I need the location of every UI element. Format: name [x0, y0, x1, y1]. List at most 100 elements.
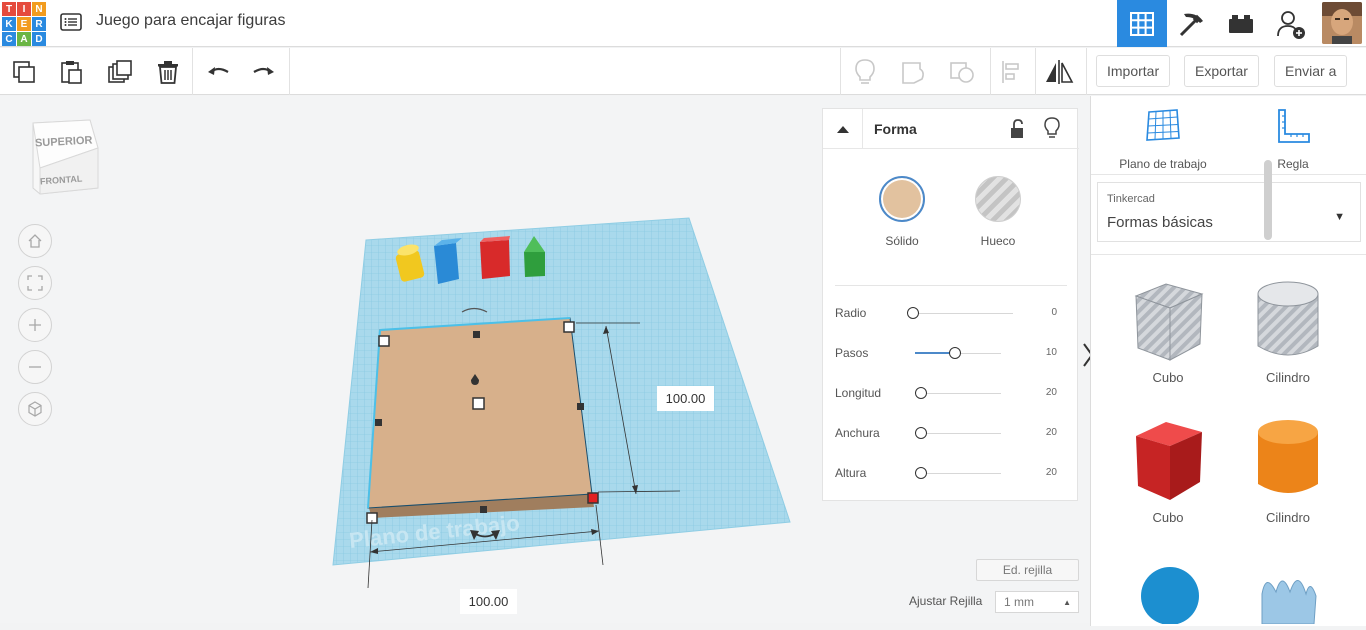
duplicate-icon [108, 60, 132, 83]
bricks-view-button[interactable] [1216, 0, 1266, 47]
group-icon [902, 62, 924, 84]
param-radius: Radio 0 [835, 303, 1067, 323]
edit-grid-button[interactable]: Ed. rejilla [976, 559, 1079, 581]
slider-track[interactable] [915, 393, 1001, 394]
shape-label: Cilindro [1265, 510, 1311, 525]
logo-letter: I [17, 2, 31, 16]
solid-label: Sólido [885, 234, 919, 248]
length-dimension-value[interactable]: 100.00 [460, 589, 517, 614]
solid-option[interactable]: Sólido [872, 176, 932, 248]
library-shape-box[interactable]: Cubo [1108, 414, 1228, 525]
paste-icon [61, 61, 82, 84]
logo-letter: D [32, 32, 46, 46]
param-label: Anchura [835, 426, 880, 440]
shape-label: Cubo [1152, 370, 1184, 385]
library-shape-cylinder-hole[interactable]: Cilindro [1228, 274, 1348, 385]
slider-track[interactable] [915, 433, 1001, 434]
separator [1035, 48, 1036, 95]
shape-library: Plano de trabajo Regla Tinkercad Formas … [1090, 96, 1366, 626]
send-to-button[interactable]: Enviar a [1274, 55, 1348, 87]
delete-icon [158, 61, 178, 84]
shape-label: Cubo [1152, 510, 1184, 525]
snap-grid-value: 1 mm [1004, 595, 1034, 609]
ungroup-button[interactable] [946, 56, 978, 88]
slider-knob[interactable] [915, 387, 927, 399]
snap-grid-label: Ajustar Rejilla [909, 594, 983, 608]
slider-track[interactable] [913, 313, 1013, 314]
param-value[interactable]: 20 [1046, 467, 1057, 478]
red-box[interactable] [480, 236, 510, 279]
undo-button[interactable] [202, 56, 234, 88]
list-icon[interactable] [60, 11, 82, 33]
width-dimension-value[interactable]: 100.00 [657, 386, 714, 411]
export-button[interactable]: Exportar [1184, 55, 1259, 87]
ruler-tool-label: Regla [1277, 157, 1309, 171]
snap-grid-select[interactable]: 1 mm ▲ [995, 591, 1079, 613]
duplicate-button[interactable] [104, 56, 136, 88]
workplane-tool[interactable]: Plano de trabajo [1103, 106, 1223, 171]
hole-swatch[interactable] [975, 176, 1021, 222]
slider-track[interactable] [915, 473, 1001, 474]
slider-knob[interactable] [949, 347, 961, 359]
library-category-value: Formas básicas [1107, 214, 1213, 231]
avatar[interactable] [1322, 2, 1362, 44]
param-height: Altura 20 [835, 463, 1067, 483]
slider-fill [915, 352, 951, 354]
bricks-icon [1229, 14, 1253, 33]
divider [1091, 254, 1366, 255]
slider-knob[interactable] [915, 467, 927, 479]
param-label: Longitud [835, 386, 882, 400]
library-shape-scribble[interactable] [1228, 564, 1348, 630]
import-button[interactable]: Importar [1096, 55, 1171, 87]
align-button[interactable] [996, 56, 1028, 88]
visibility-button[interactable] [1043, 117, 1061, 144]
delete-button[interactable] [152, 56, 184, 88]
paste-button[interactable] [55, 56, 87, 88]
copy-icon [13, 61, 35, 83]
design-title[interactable]: Juego para encajar figuras [96, 12, 285, 30]
redo-button[interactable] [248, 56, 280, 88]
param-value[interactable]: 20 [1046, 387, 1057, 398]
hole-option[interactable]: Hueco [968, 176, 1028, 248]
collapse-panel-button[interactable] [823, 109, 863, 149]
param-value[interactable]: 10 [1046, 347, 1057, 358]
group-button[interactable] [898, 56, 930, 88]
tinkercad-logo[interactable]: T I N K E R C A D [2, 2, 46, 46]
mirror-icon [1046, 60, 1074, 84]
param-label: Radio [835, 306, 867, 320]
param-length: Longitud 20 [835, 383, 1067, 403]
pickaxe-icon [1179, 13, 1203, 36]
library-shape-sphere[interactable] [1108, 564, 1228, 630]
workplane-icon [1146, 109, 1180, 141]
param-width: Anchura 20 [835, 423, 1067, 443]
grid-view-button[interactable] [1117, 0, 1167, 47]
selected-box[interactable] [367, 317, 593, 509]
hole-label: Hueco [980, 234, 1016, 248]
param-value[interactable]: 20 [1046, 427, 1057, 438]
library-shape-box-hole[interactable]: Cubo [1108, 274, 1228, 385]
slider-knob[interactable] [907, 307, 919, 319]
copy-button[interactable] [8, 56, 40, 88]
show-all-button[interactable] [849, 56, 881, 88]
lock-button[interactable] [1009, 119, 1025, 144]
solid-swatch[interactable] [879, 176, 925, 222]
separator [990, 48, 991, 95]
toolbar: Importar Exportar Enviar a [0, 48, 1366, 95]
param-value[interactable]: 0 [1051, 307, 1057, 318]
build-view-button[interactable] [1166, 0, 1216, 47]
library-shape-cylinder[interactable]: Cilindro [1228, 414, 1348, 525]
redo-icon [253, 67, 274, 75]
mirror-button[interactable] [1043, 56, 1075, 88]
cylinder-icon [1258, 420, 1318, 493]
undo-icon [208, 67, 229, 75]
add-user-icon [1277, 10, 1305, 39]
ruler-icon [1278, 109, 1310, 143]
divider [835, 285, 1067, 286]
slider-knob[interactable] [915, 427, 927, 439]
add-user-button[interactable] [1266, 0, 1316, 47]
ruler-tool[interactable]: Regla [1233, 106, 1353, 171]
separator [192, 48, 193, 95]
library-category-select[interactable]: Tinkercad Formas básicas ▼ [1097, 182, 1361, 242]
library-scrollbar[interactable] [1264, 160, 1272, 240]
workplane-tool-label: Plano de trabajo [1119, 157, 1207, 171]
